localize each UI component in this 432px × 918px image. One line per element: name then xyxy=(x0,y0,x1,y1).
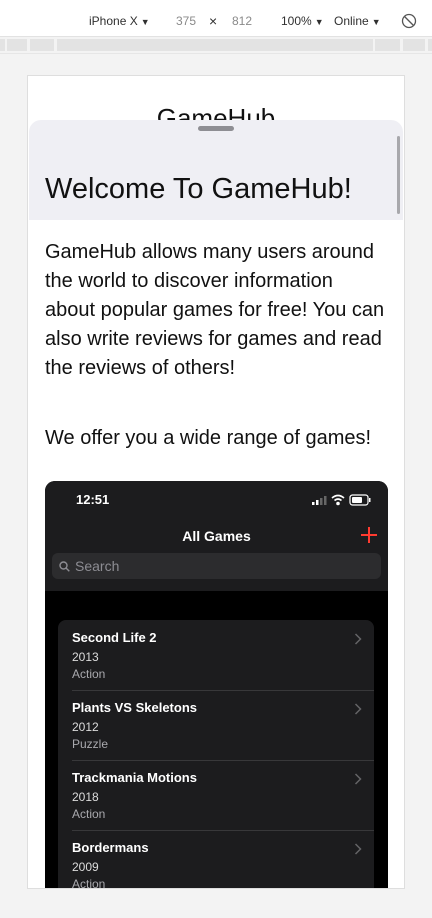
ruler-segment xyxy=(375,39,400,51)
game-name: Plants VS Skeletons xyxy=(72,700,197,715)
games-list: Second Life 2 2013 Action Plants VS Skel… xyxy=(58,620,374,889)
search-placeholder: Search xyxy=(75,558,120,574)
game-row[interactable]: Trackmania Motions 2018 Action xyxy=(58,760,374,830)
media-query-ruler[interactable] xyxy=(0,37,432,54)
device-select-label: iPhone X xyxy=(89,14,138,28)
wifi-icon xyxy=(331,494,345,506)
phone-search-field[interactable]: Search xyxy=(52,553,381,579)
signal-icon xyxy=(312,496,327,505)
throttle-select-label: Online xyxy=(334,14,369,28)
phone-nav-bar: 12:51 All Games Search xyxy=(45,481,388,591)
status-icons xyxy=(312,494,371,506)
zoom-select[interactable]: 100% ▼ xyxy=(281,14,324,28)
add-game-icon[interactable] xyxy=(358,524,380,546)
search-icon xyxy=(59,561,70,572)
throttle-select-caret-icon: ▼ xyxy=(371,17,381,27)
game-genre: Puzzle xyxy=(72,737,109,751)
dimension-separator: × xyxy=(209,13,218,29)
game-name: Bordermans xyxy=(72,840,149,855)
game-year: 2009 xyxy=(72,860,99,874)
phone-nav-title: All Games xyxy=(182,528,251,544)
chevron-right-icon xyxy=(354,703,362,715)
ruler-segment xyxy=(30,39,54,51)
game-row[interactable]: Bordermans 2009 Action xyxy=(58,830,374,889)
ruler-segment xyxy=(428,39,432,51)
throttle-select[interactable]: Online ▼ xyxy=(334,14,381,28)
sheet-header: Welcome To GameHub! xyxy=(29,120,403,220)
zoom-select-label: 100% xyxy=(281,14,312,28)
chevron-right-icon xyxy=(354,843,362,855)
ruler-segment xyxy=(57,39,373,51)
game-genre: Action xyxy=(72,877,106,889)
game-year: 2012 xyxy=(72,720,99,734)
game-genre: Action xyxy=(72,667,106,681)
viewport-height-input[interactable]: 812 xyxy=(232,14,252,28)
scroll-indicator[interactable] xyxy=(397,136,400,214)
game-row[interactable]: Second Life 2 2013 Action xyxy=(58,620,374,690)
games-app-screenshot: 12:51 All Games Search Second Life 2 201… xyxy=(45,481,388,889)
ruler-segment xyxy=(7,39,27,51)
game-year: 2013 xyxy=(72,650,99,664)
viewport-width-input[interactable]: 375 xyxy=(176,14,196,28)
game-name: Second Life 2 xyxy=(72,630,157,645)
offer-text: We offer you a wide range of games! xyxy=(45,427,372,449)
sheet-title: Welcome To GameHub! xyxy=(45,173,352,205)
chevron-right-icon xyxy=(354,633,362,645)
description-text: GameHub allows many users around the wor… xyxy=(45,241,385,379)
device-select[interactable]: iPhone X ▼ xyxy=(89,14,150,28)
game-row[interactable]: Plants VS Skeletons 2012 Puzzle xyxy=(58,690,374,760)
devtools-device-toolbar: iPhone X ▼ 375 × 812 100% ▼ Online ▼ xyxy=(0,0,432,37)
rotate-icon[interactable] xyxy=(401,13,417,29)
battery-icon xyxy=(349,494,371,506)
ruler-segment xyxy=(403,39,425,51)
game-year: 2018 xyxy=(72,790,99,804)
ruler-segment xyxy=(0,39,5,51)
device-viewport: GameHub Welcome To GameHub! GameHub allo… xyxy=(27,75,405,889)
game-genre: Action xyxy=(72,807,106,821)
chevron-right-icon xyxy=(354,773,362,785)
device-select-caret-icon: ▼ xyxy=(140,17,150,27)
sheet-grabber-handle[interactable] xyxy=(198,126,234,131)
game-name: Trackmania Motions xyxy=(72,770,197,785)
welcome-sheet[interactable]: Welcome To GameHub! GameHub allows many … xyxy=(29,120,403,889)
status-time: 12:51 xyxy=(76,492,110,507)
zoom-select-caret-icon: ▼ xyxy=(314,17,324,27)
